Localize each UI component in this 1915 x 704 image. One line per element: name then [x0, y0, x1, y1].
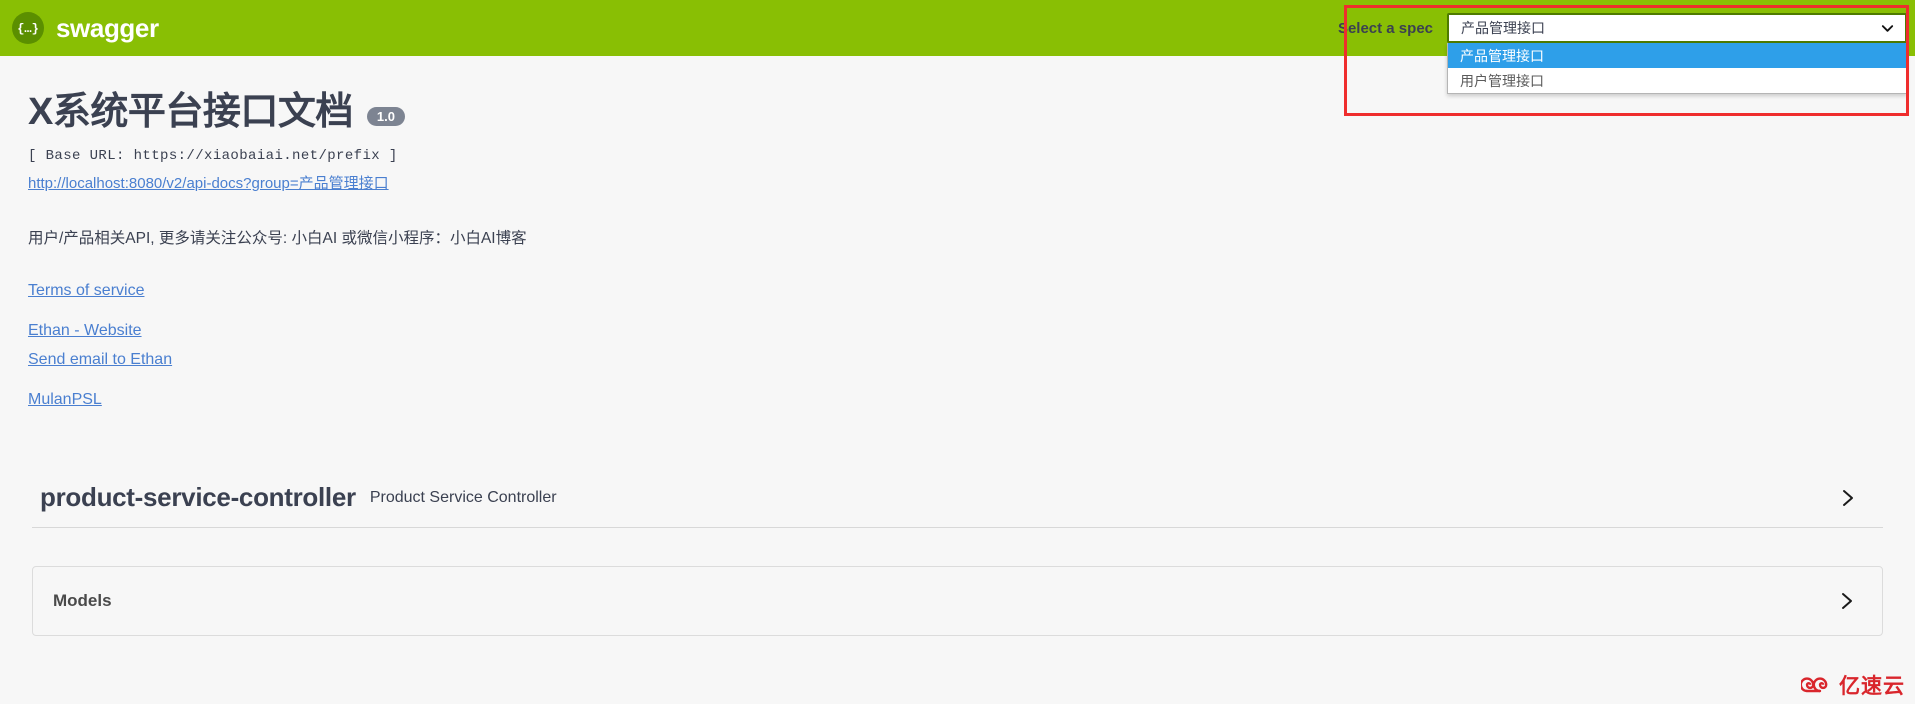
base-url: [ Base URL: https://xiaobaiai.net/prefix…	[28, 147, 398, 164]
api-info-block: X系统平台接口文档 1.0 [ Base URL: https://xiaoba…	[20, 56, 1895, 414]
contact-email-link[interactable]: Send email to Ethan	[28, 345, 172, 375]
api-docs-link[interactable]: http://localhost:8080/v2/api-docs?group=…	[28, 172, 389, 193]
main-content: X系统平台接口文档 1.0 [ Base URL: https://xiaoba…	[0, 56, 1915, 637]
tag-name: product-service-controller	[40, 482, 356, 513]
chevron-right-icon[interactable]	[1835, 486, 1875, 510]
tag-description: Product Service Controller	[369, 488, 557, 506]
models-section[interactable]: Models	[32, 566, 1883, 637]
license-link[interactable]: MulanPSL	[28, 385, 102, 415]
tag-header-product-service-controller[interactable]: product-service-controller Product Servi…	[32, 470, 1883, 529]
info-links: Terms of service Ethan - Website Send em…	[28, 276, 1895, 414]
swagger-logo-text: swagger	[56, 12, 159, 43]
cloud-logo-icon	[1799, 671, 1835, 700]
watermark-text: 亿速云	[1839, 675, 1905, 698]
spec-option-product[interactable]: 产品管理接口	[1448, 43, 1906, 68]
chevron-right-icon[interactable]	[1834, 589, 1874, 613]
contact-website-link[interactable]: Ethan - Website	[28, 316, 142, 346]
watermark: 亿速云	[1799, 670, 1905, 700]
svg-text:{…}: {…}	[17, 22, 39, 36]
select-a-spec-label: Select a spec	[1337, 19, 1433, 37]
tag-section: product-service-controller Product Servi…	[20, 470, 1895, 529]
swagger-braces-icon: {…}	[12, 12, 44, 44]
chevron-down-icon[interactable]	[1880, 21, 1895, 36]
spec-select-input[interactable]: 产品管理接口	[1447, 13, 1907, 43]
topbar: {…} swagger Select a spec 产品管理接口 产品管理接口 …	[0, 0, 1915, 94]
swagger-logo[interactable]: {…} swagger	[12, 12, 159, 44]
models-title: Models	[53, 591, 112, 611]
terms-of-service-link[interactable]: Terms of service	[28, 276, 144, 306]
spec-select-stack: 产品管理接口 产品管理接口 用户管理接口	[1447, 13, 1907, 94]
api-description: 用户/产品相关API, 更多请关注公众号: 小白AI 或微信小程序：小白AI博客	[28, 229, 527, 247]
spec-select-menu[interactable]: 产品管理接口 用户管理接口	[1447, 43, 1907, 94]
title-row: X系统平台接口文档 1.0	[28, 91, 1895, 134]
spec-option-user[interactable]: 用户管理接口	[1448, 68, 1906, 93]
page-title: X系统平台接口文档	[28, 91, 353, 133]
version-badge: 1.0	[366, 107, 405, 127]
spec-select-selected-value: 产品管理接口	[1461, 20, 1545, 36]
spec-selector: Select a spec 产品管理接口 产品管理接口 用户管理接口	[1337, 0, 1907, 94]
